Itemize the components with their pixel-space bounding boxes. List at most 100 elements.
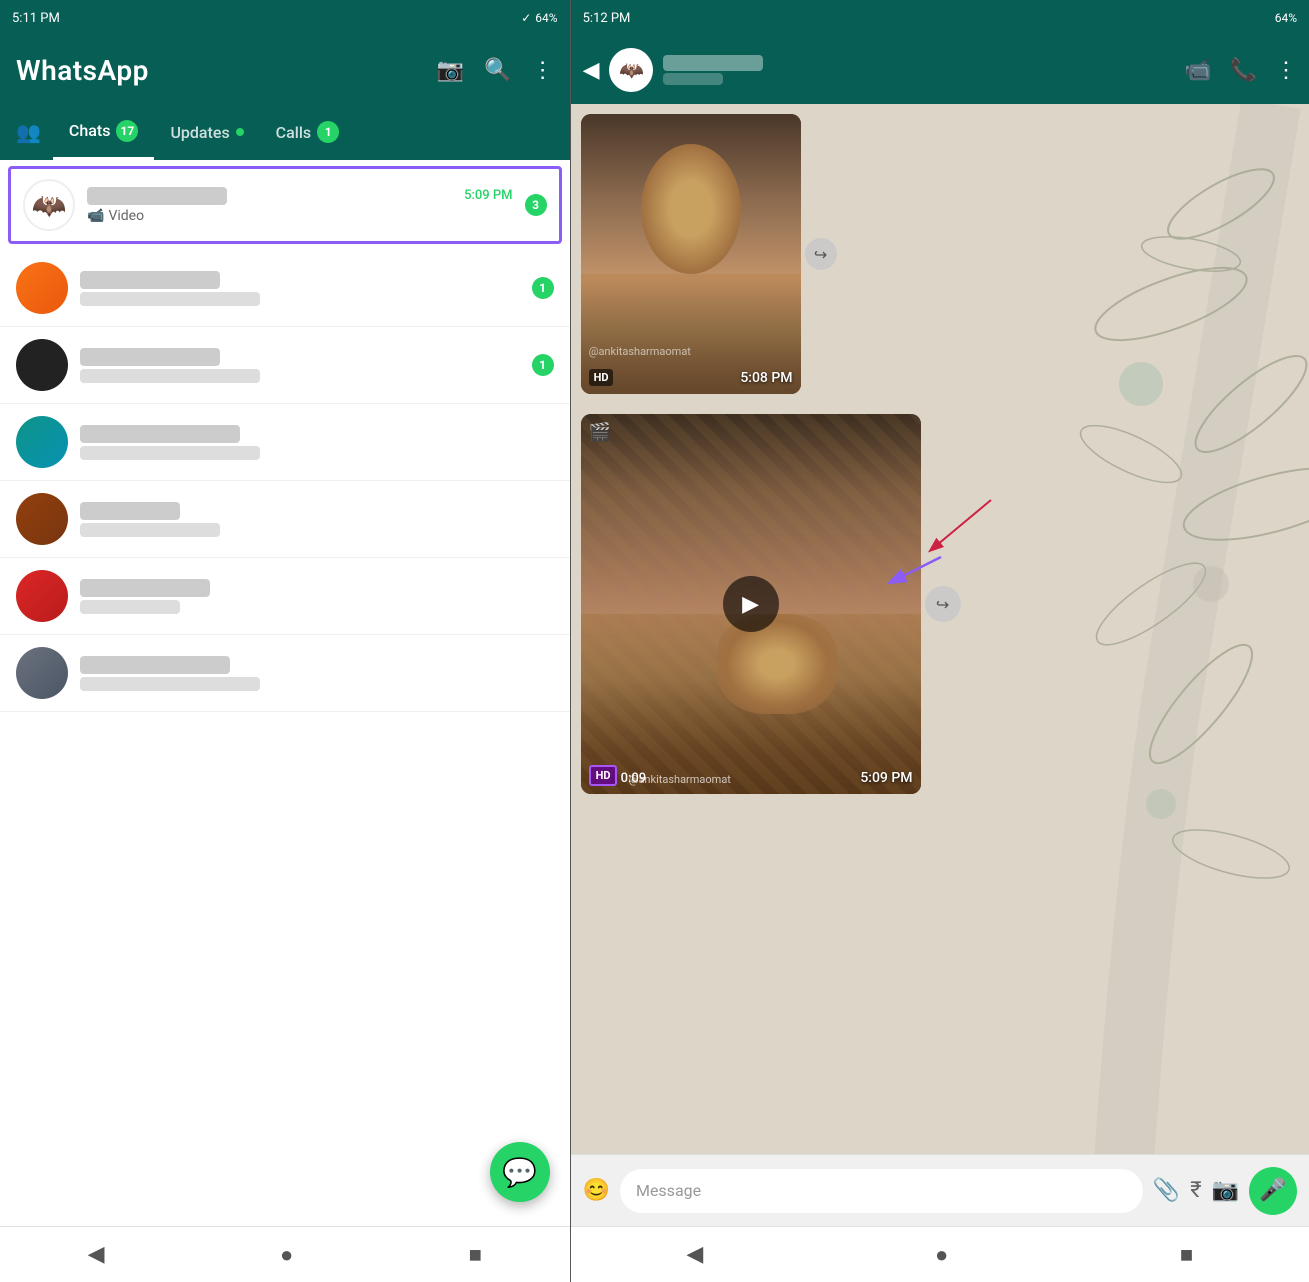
mic-button[interactable]: 🎤 [1249, 1167, 1297, 1215]
battery-left: 64% [535, 11, 557, 25]
message-video-2: 🎬 ▶ HD 0:09 @ankitasharmaomat 5:09 PM [581, 414, 921, 794]
time-left: 5:11 PM [12, 11, 60, 26]
film-icon-2: 🎬 [589, 422, 611, 443]
video-call-icon[interactable]: 📹 [1184, 58, 1211, 83]
video-bubble-1[interactable]: @ankitasharmaomat HD 5:08 PM [581, 114, 801, 394]
search-icon[interactable]: 🔍 [484, 58, 511, 83]
play-icon: ▶ [742, 592, 759, 617]
watermark-1: @ankitasharmaomat [589, 345, 691, 358]
avatar-6 [16, 570, 68, 622]
chat-name-4 [80, 425, 240, 443]
chat-item-3[interactable]: 1 [0, 327, 570, 404]
home-nav-left[interactable]: ● [260, 1234, 313, 1276]
preview-blurred-7 [80, 677, 260, 691]
nav-bar-left: ◀ ● ■ [0, 1226, 570, 1282]
chat-more-menu-icon[interactable]: ⋮ [1275, 58, 1297, 83]
battery-right: 64% [1275, 11, 1297, 25]
first-chat-name [87, 187, 227, 205]
recents-nav-left[interactable]: ■ [449, 1234, 502, 1276]
video-thumbnail-1: @ankitasharmaomat HD 5:08 PM [581, 114, 801, 394]
preview-blurred-6 [80, 600, 180, 614]
chat-top-5 [80, 502, 554, 520]
message-input[interactable]: Message [620, 1169, 1143, 1213]
contact-status [663, 73, 723, 85]
avatar-5 [16, 493, 68, 545]
message-placeholder: Message [636, 1181, 701, 1200]
time-right: 5:12 PM [583, 11, 631, 26]
back-button[interactable]: ◀ [583, 58, 600, 83]
video-time-1: 5:08 PM [740, 370, 792, 386]
new-chat-fab[interactable]: 💬 [490, 1142, 550, 1202]
mic-icon: 🎤 [1259, 1178, 1286, 1203]
back-nav-left[interactable]: ◀ [68, 1234, 125, 1275]
tab-community[interactable]: 👥 [4, 120, 53, 144]
avatar-7 [16, 647, 68, 699]
emoji-icon[interactable]: 😊 [583, 1178, 610, 1203]
home-nav-right[interactable]: ● [915, 1234, 968, 1276]
first-chat-preview: 📹 Video [87, 208, 513, 224]
forward-button-2[interactable]: ↪ [925, 586, 961, 622]
chat-item-6[interactable] [0, 558, 570, 635]
chat-preview-5 [80, 523, 554, 537]
nav-bar-right: ◀ ● ■ [571, 1226, 1309, 1282]
more-menu-icon[interactable]: ⋮ [532, 58, 554, 83]
chat-name-7 [80, 656, 230, 674]
tab-chats-label: Chats [69, 121, 111, 140]
chat-preview-2 [80, 292, 520, 306]
chat-name-2 [80, 271, 220, 289]
contact-avatar[interactable]: 🦇 [609, 48, 653, 92]
first-chat-info: 5:09 PM 📹 Video [87, 187, 513, 224]
contact-avatar-icon: 🦇 [619, 58, 644, 82]
preview-blurred-5 [80, 523, 220, 537]
status-bar-right: 5:12 PM 64% [571, 0, 1309, 36]
back-nav-right[interactable]: ◀ [666, 1234, 723, 1275]
camera-icon[interactable]: 📷 [437, 58, 464, 83]
chat-info-6 [80, 579, 554, 614]
app-header: WhatsApp 📷 🔍 ⋮ [0, 36, 570, 104]
contact-name [663, 55, 763, 71]
header-icons: 📷 🔍 ⋮ [437, 58, 554, 83]
chat-preview-6 [80, 600, 554, 614]
chat-item-2[interactable]: 1 [0, 250, 570, 327]
chat-item-5[interactable] [0, 481, 570, 558]
watermark-2: @ankitasharmaomat [629, 773, 731, 786]
community-icon: 👥 [16, 120, 41, 144]
rupee-icon[interactable]: ₹ [1190, 1178, 1201, 1203]
tab-updates[interactable]: Updates [154, 104, 259, 160]
chat-preview-7 [80, 677, 554, 691]
chat-top-7 [80, 656, 554, 674]
forward-icon-1: ↪ [814, 245, 827, 264]
tab-chats[interactable]: Chats 17 [53, 104, 155, 160]
contact-info[interactable] [663, 55, 1174, 85]
chat-item-4[interactable] [0, 404, 570, 481]
play-button-2[interactable]: ▶ [723, 576, 779, 632]
batman-icon: 🦇 [32, 189, 67, 222]
status-bar-left: 5:11 PM ✓ 64% [0, 0, 570, 36]
chat-info-3 [80, 348, 520, 383]
tab-calls[interactable]: Calls 1 [260, 104, 355, 160]
video-thumbnail-2: 🎬 ▶ HD 0:09 @ankitasharmaomat 5:09 PM [581, 414, 921, 794]
camera-input-icon[interactable]: 📷 [1212, 1178, 1239, 1203]
message-video-1: @ankitasharmaomat HD 5:08 PM ↪ [581, 114, 801, 394]
chat-header-icons: 📹 📞 ⋮ [1184, 58, 1297, 83]
app-title: WhatsApp [16, 54, 149, 87]
recents-nav-right[interactable]: ■ [1160, 1234, 1213, 1276]
forward-button-1[interactable]: ↪ [805, 238, 837, 270]
right-panel: 5:12 PM 64% ◀ 🦇 📹 📞 ⋮ [571, 0, 1309, 1282]
first-chat-top: 5:09 PM [87, 187, 513, 205]
chat-top-3 [80, 348, 520, 366]
first-chat-badge: 3 [525, 194, 547, 216]
calls-badge: 1 [317, 121, 339, 143]
chat-info-7 [80, 656, 554, 691]
video-time-2: 5:09 PM [860, 770, 912, 786]
video-bubble-2[interactable]: 🎬 ▶ HD 0:09 @ankitasharmaomat 5:09 PM [581, 414, 921, 794]
chat-item-7[interactable] [0, 635, 570, 712]
chat-info-2 [80, 271, 520, 306]
voice-call-icon[interactable]: 📞 [1230, 58, 1257, 83]
updates-dot [236, 128, 244, 136]
chat-item-highlighted[interactable]: 🦇 5:09 PM 📹 Video 3 [8, 166, 562, 244]
avatar-3 [16, 339, 68, 391]
chat-list: 🦇 5:09 PM 📹 Video 3 [0, 160, 570, 1226]
attach-icon[interactable]: 📎 [1153, 1178, 1180, 1203]
chat-preview-3 [80, 369, 520, 383]
